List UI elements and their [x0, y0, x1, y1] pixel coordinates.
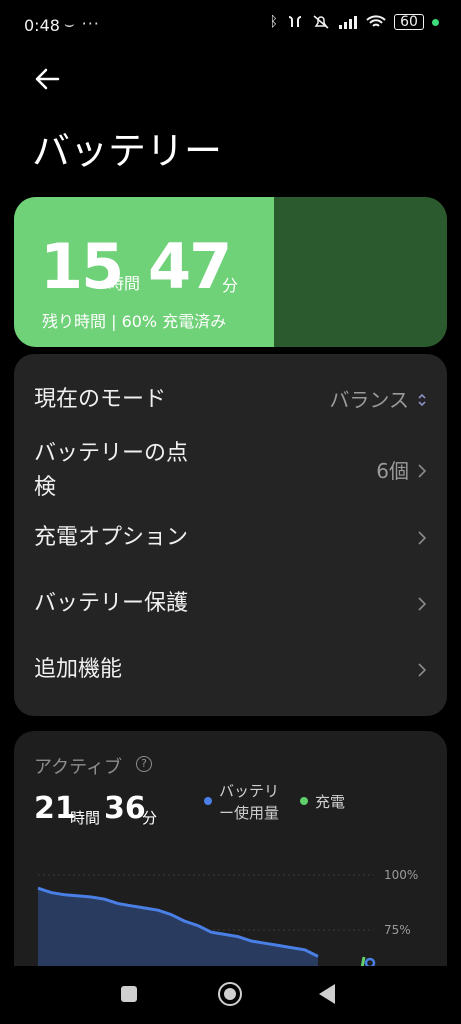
navigation-bar — [0, 966, 461, 1024]
legend-charge-label: 充電 — [315, 793, 346, 811]
battery-settings-card: 現在のモード バランス バッテリーの点 検 6個 充電オプション バッテリー保護… — [14, 354, 447, 716]
additional-features-row[interactable]: 追加機能 — [14, 654, 447, 690]
help-icon[interactable]: ? — [136, 756, 152, 772]
active-hours-unit: 時間 — [70, 809, 101, 827]
privacy-indicator-dot — [432, 18, 439, 26]
battery-check-label-line2: 検 — [34, 475, 57, 500]
battery-check-label-line1: バッテリーの点 — [34, 441, 189, 466]
active-minutes: 36 — [104, 791, 146, 826]
chevron-right-icon — [418, 531, 427, 545]
remaining-hours-unit: 時間 — [108, 274, 141, 293]
remaining-minutes: 47 — [148, 230, 232, 303]
battery-check-row[interactable]: バッテリーの点 検 6個 — [14, 438, 447, 508]
remaining-subtitle: 残り時間 | 60% 充電済み — [42, 312, 227, 331]
legend-usage-line1: バッテリ — [219, 782, 280, 800]
chevron-right-icon — [418, 663, 427, 677]
remaining-minutes-unit: 分 — [222, 276, 239, 295]
earbuds-icon — [288, 16, 302, 27]
chevron-right-icon — [418, 597, 427, 611]
legend-charge-dot — [300, 797, 308, 805]
wifi-icon — [366, 15, 386, 27]
additional-features-label: 追加機能 — [34, 657, 123, 682]
legend-usage-dot — [204, 797, 212, 805]
battery-icon: 60 — [394, 14, 424, 30]
active-usage-card: アクティブ ? 21 時間 36 分 バッテリ ー使用量 充電 100% 75% — [14, 731, 447, 971]
y-tick-75: 75% — [384, 923, 411, 937]
bluetooth-icon: ᛒ — [269, 14, 278, 30]
current-mode-value: バランス — [329, 388, 409, 412]
status-icons: ᛒ 60 — [270, 14, 439, 30]
battery-check-count: 6個 — [376, 459, 409, 483]
active-label: アクティブ — [34, 757, 123, 778]
chevron-right-icon — [418, 464, 427, 478]
status-notification-icons: ⌣ ··· — [64, 14, 100, 33]
back-button[interactable] — [319, 984, 335, 1004]
usage-area — [38, 888, 318, 971]
active-minutes-unit: 分 — [142, 809, 158, 827]
y-tick-100: 100% — [384, 868, 418, 882]
legend-usage-line2: ー使用量 — [219, 804, 280, 822]
home-button[interactable] — [218, 982, 242, 1006]
updown-chevron-icon — [418, 393, 426, 407]
battery-protection-label: バッテリー保護 — [34, 591, 189, 616]
back-arrow-icon[interactable] — [32, 64, 62, 94]
current-mode-label: 現在のモード — [34, 387, 167, 412]
mute-icon — [313, 15, 329, 29]
charging-options-row[interactable]: 充電オプション — [14, 522, 447, 558]
battery-protection-row[interactable]: バッテリー保護 — [14, 588, 447, 624]
charging-options-label: 充電オプション — [34, 525, 189, 550]
page-title: バッテリー — [32, 129, 223, 173]
current-mode-row[interactable]: 現在のモード バランス — [14, 384, 447, 420]
battery-usage-chart: 100% 75% — [37, 868, 418, 971]
signal-icon — [339, 16, 357, 29]
status-time: 0:48 — [24, 16, 60, 35]
recent-apps-button[interactable] — [121, 986, 137, 1002]
status-bar: 0:48 ⌣ ··· ᛒ 60 — [0, 0, 461, 54]
